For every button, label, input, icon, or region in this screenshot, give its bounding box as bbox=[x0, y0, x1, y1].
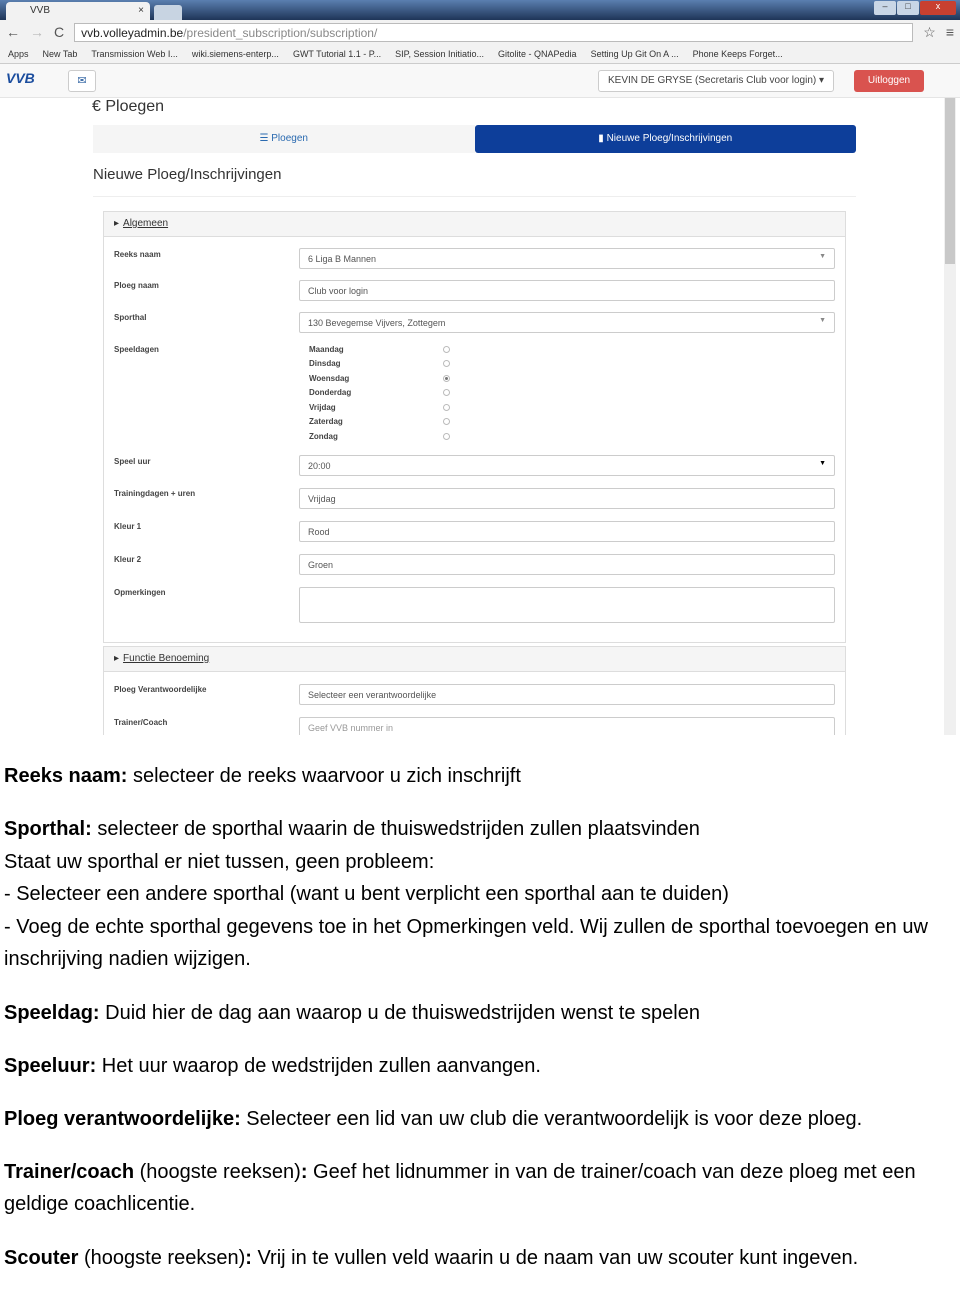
speeluur-select[interactable]: 20:00 ▼ bbox=[299, 455, 835, 476]
nav-tabs: ☰ Ploegen ▮ Nieuwe Ploeg/Inschrijvingen bbox=[93, 125, 856, 153]
bookmarks-bar: Apps New Tab Transmission Web I... wiki.… bbox=[0, 44, 960, 64]
address-bar: ← → C vvb.volleyadmin.be/president_subscri… bbox=[0, 20, 960, 44]
day-label: Zondag bbox=[309, 432, 338, 441]
sporthal-select[interactable]: 130 Bevegemse Vijvers, Zottegem ▼ bbox=[299, 312, 835, 333]
divider bbox=[93, 196, 856, 197]
url-field[interactable]: vvb.volleyadmin.be/president_subscriptio… bbox=[74, 22, 914, 42]
day-label: Woensdag bbox=[309, 374, 350, 383]
scrollbar[interactable] bbox=[944, 98, 956, 735]
bookmark[interactable]: Transmission Web I... bbox=[91, 49, 178, 59]
browser-tab[interactable]: VVB × bbox=[6, 2, 150, 20]
radio-vrijdag[interactable] bbox=[443, 404, 450, 411]
forward-icon[interactable]: → bbox=[30, 24, 44, 40]
radio-zondag[interactable] bbox=[443, 433, 450, 440]
panel-algemeen: ▸ Algemeen Reeks naam 6 Liga B Mannen ▼ Pl… bbox=[103, 211, 846, 643]
panel-toggle-algemeen[interactable]: Algemeen bbox=[123, 218, 168, 229]
panel-functie: ▸ Functie Benoeming Ploeg Verantwoordelij… bbox=[103, 646, 846, 735]
page-title: € Ploegen bbox=[92, 98, 165, 115]
bookmark[interactable]: Phone Keeps Forget... bbox=[693, 49, 783, 59]
bookmark[interactable]: SIP, Session Initiatio... bbox=[395, 49, 484, 59]
trainer-input[interactable]: Geef VVB nummer in bbox=[299, 717, 835, 735]
menu-icon[interactable]: ≡ bbox=[946, 24, 954, 40]
bookmark[interactable]: Gitolite - QNAPedia bbox=[498, 49, 577, 59]
back-icon[interactable]: ← bbox=[6, 24, 20, 40]
radio-dinsdag[interactable] bbox=[443, 360, 450, 367]
training-input[interactable]: Vrijdag bbox=[299, 488, 835, 509]
panel-toggle-functie[interactable]: Functie Benoeming bbox=[123, 653, 209, 664]
label: Ploeg naam bbox=[114, 281, 159, 290]
radio-zaterdag[interactable] bbox=[443, 418, 450, 425]
reeks-select[interactable]: 6 Liga B Mannen ▼ bbox=[299, 248, 835, 269]
ploeg-input[interactable]: Club voor login bbox=[299, 280, 835, 301]
logo[interactable]: VVB bbox=[6, 70, 35, 86]
label: Kleur 1 bbox=[114, 522, 142, 531]
kleur2-input[interactable]: Groen bbox=[299, 554, 835, 575]
radio-donderdag[interactable] bbox=[443, 389, 450, 396]
bookmark[interactable]: New Tab bbox=[43, 49, 78, 59]
chevron-down-icon: ▼ bbox=[819, 460, 826, 467]
logout-button[interactable]: Uitloggen bbox=[854, 70, 924, 92]
tab-strip: VVB × – □ x bbox=[0, 0, 960, 20]
day-label: Zaterdag bbox=[309, 417, 343, 426]
bookmark[interactable]: Setting Up Git On A ... bbox=[591, 49, 679, 59]
mail-icon: ✉ bbox=[77, 75, 87, 87]
scrollbar-thumb[interactable] bbox=[945, 98, 955, 264]
bookmark[interactable]: wiki.siemens-enterp... bbox=[192, 49, 279, 59]
day-label: Maandag bbox=[309, 345, 344, 354]
label: Sporthal bbox=[114, 313, 147, 322]
radio-maandag[interactable] bbox=[443, 346, 450, 353]
label: Trainingdagen + uren bbox=[114, 489, 196, 498]
day-label: Vrijdag bbox=[309, 403, 336, 412]
app-header: VVB ✉ KEVIN DE GRYSE (Secretaris Club vo… bbox=[0, 64, 960, 98]
label: Ploeg Verantwoordelijke bbox=[114, 685, 207, 694]
label: Trainer/Coach bbox=[114, 718, 168, 727]
label: Opmerkingen bbox=[114, 588, 166, 597]
reload-icon[interactable]: C bbox=[54, 24, 64, 40]
label: Speel uur bbox=[114, 457, 151, 466]
screenshot: VVB × – □ x ← → C vvb.volleyadmin.be/presiden… bbox=[0, 0, 960, 735]
radio-woensdag[interactable] bbox=[443, 375, 450, 382]
label: Speeldagen bbox=[114, 345, 159, 354]
star-icon[interactable]: ☆ bbox=[923, 24, 936, 41]
close-window-button[interactable]: x bbox=[920, 1, 956, 15]
kleur1-input[interactable]: Rood bbox=[299, 521, 835, 542]
label: Kleur 2 bbox=[114, 555, 142, 564]
tab-ploegen[interactable]: ☰ Ploegen bbox=[93, 125, 475, 153]
new-tab-button[interactable] bbox=[154, 5, 182, 20]
chevron-down-icon: ▼ bbox=[819, 253, 826, 260]
bookmark[interactable]: Apps bbox=[8, 49, 29, 59]
tab-nieuwe-ploeg[interactable]: ▮ Nieuwe Ploeg/Inschrijvingen bbox=[474, 125, 856, 153]
day-label: Donderdag bbox=[309, 388, 352, 397]
verantwoordelijke-select[interactable]: Selecteer een verantwoordelijke bbox=[299, 684, 835, 705]
close-tab-icon[interactable]: × bbox=[138, 5, 144, 16]
instructions: Reeks naam: selecteer de reeks waarvoor … bbox=[4, 765, 928, 1269]
user-menu[interactable]: KEVIN DE GRYSE (Secretaris Club voor log… bbox=[598, 70, 834, 92]
maximize-button[interactable]: □ bbox=[897, 1, 919, 15]
day-label: Dinsdag bbox=[309, 359, 341, 368]
bookmark[interactable]: GWT Tutorial 1.1 - P... bbox=[293, 49, 381, 59]
section-title: Nieuwe Ploeg/Inschrijvingen bbox=[93, 166, 282, 183]
opmerkingen-textarea[interactable] bbox=[299, 587, 835, 623]
minimize-button[interactable]: – bbox=[874, 1, 896, 15]
label: Reeks naam bbox=[114, 250, 161, 259]
mail-button[interactable]: ✉ bbox=[68, 70, 96, 92]
chevron-down-icon: ▼ bbox=[819, 317, 826, 324]
